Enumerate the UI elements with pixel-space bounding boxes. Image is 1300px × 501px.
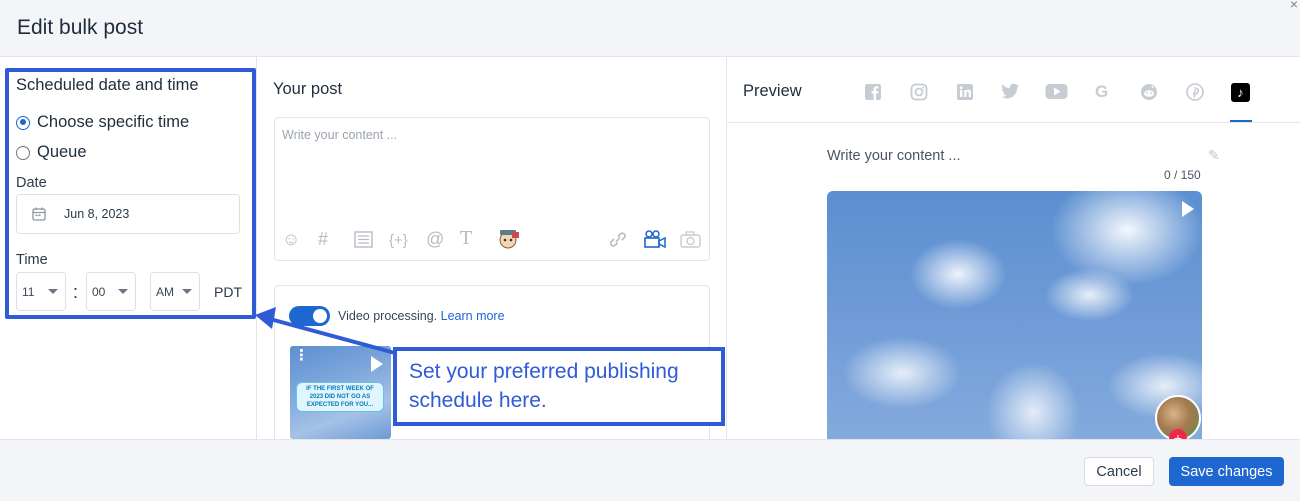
learn-more-link[interactable]: Learn more — [441, 309, 505, 323]
close-icon[interactable]: × — [1290, 0, 1298, 12]
modal-title: Edit bulk post — [17, 16, 144, 39]
radio-unselected-icon[interactable] — [16, 145, 30, 160]
time-separator: : — [73, 282, 79, 302]
annotation-callout: Set your preferred publishing schedule h… — [393, 347, 725, 426]
preview-divider — [727, 122, 1300, 123]
hour-select[interactable]: 11 — [16, 272, 66, 311]
radio-label: Queue — [37, 143, 87, 161]
annotation-arrow — [255, 307, 396, 355]
modal-header: Edit bulk post × — [0, 0, 1300, 57]
link-icon[interactable] — [608, 231, 627, 248]
callout-text: Set your preferred publishing schedule h… — [409, 360, 679, 412]
reddit-icon[interactable] — [1140, 83, 1158, 101]
calendar-icon — [32, 207, 46, 221]
tiktok-icon[interactable]: ♪ — [1231, 83, 1250, 102]
youtube-icon[interactable] — [1045, 83, 1068, 100]
chevron-down-icon — [182, 289, 192, 294]
post-title: Your post — [273, 80, 343, 98]
minute-select[interactable]: 00 — [86, 272, 136, 311]
template-icon[interactable] — [354, 231, 373, 248]
time-label: Time — [16, 252, 48, 268]
preview-placeholder: Write your content ... — [827, 148, 961, 164]
save-changes-button[interactable]: Save changes — [1169, 457, 1284, 486]
radio-selected-icon[interactable] — [16, 115, 30, 130]
radio-specific-time[interactable]: Choose specific time — [16, 113, 189, 132]
preview-video[interactable]: + — [827, 191, 1202, 451]
date-value: Jun 8, 2023 — [64, 207, 130, 221]
play-icon[interactable] — [1182, 201, 1194, 217]
ai-assistant-icon[interactable] — [497, 228, 520, 249]
hashtag-icon[interactable]: # — [318, 230, 328, 248]
emoji-icon[interactable]: ☺ — [282, 230, 300, 248]
pencil-icon[interactable]: ✎ — [1208, 147, 1220, 164]
content-placeholder: Write your content ... — [282, 128, 398, 142]
camera-icon[interactable] — [680, 231, 701, 248]
radio-label: Choose specific time — [37, 113, 190, 131]
pinterest-icon[interactable] — [1186, 83, 1204, 101]
minute-value: 00 — [92, 284, 106, 299]
mention-icon[interactable]: @ — [426, 230, 444, 248]
radio-queue[interactable]: Queue — [16, 143, 87, 162]
text-format-icon[interactable]: T — [460, 230, 472, 248]
chevron-down-icon — [48, 289, 58, 294]
ampm-select[interactable]: AM — [150, 272, 200, 311]
instagram-icon[interactable] — [910, 83, 928, 101]
ampm-value: AM — [156, 284, 174, 299]
character-counter: 0 / 150 — [1164, 168, 1201, 182]
chevron-down-icon — [118, 289, 128, 294]
variable-icon[interactable]: {+} — [389, 232, 408, 250]
google-icon[interactable]: G — [1095, 83, 1108, 101]
date-label: Date — [16, 175, 47, 191]
thumbnail-caption: IF THE FIRST WEEK OF 2023 DID NOT GO AS … — [296, 382, 384, 412]
hour-value: 11 — [22, 284, 35, 299]
preview-title: Preview — [743, 82, 802, 100]
video-icon[interactable] — [644, 230, 666, 249]
cancel-button[interactable]: Cancel — [1084, 457, 1154, 486]
twitter-icon[interactable] — [1001, 83, 1020, 100]
linkedin-icon[interactable] — [956, 83, 974, 101]
date-input[interactable]: Jun 8, 2023 — [16, 194, 240, 234]
timezone-label: PDT — [214, 284, 242, 300]
facebook-icon[interactable] — [864, 83, 882, 101]
schedule-title: Scheduled date and time — [16, 76, 199, 94]
